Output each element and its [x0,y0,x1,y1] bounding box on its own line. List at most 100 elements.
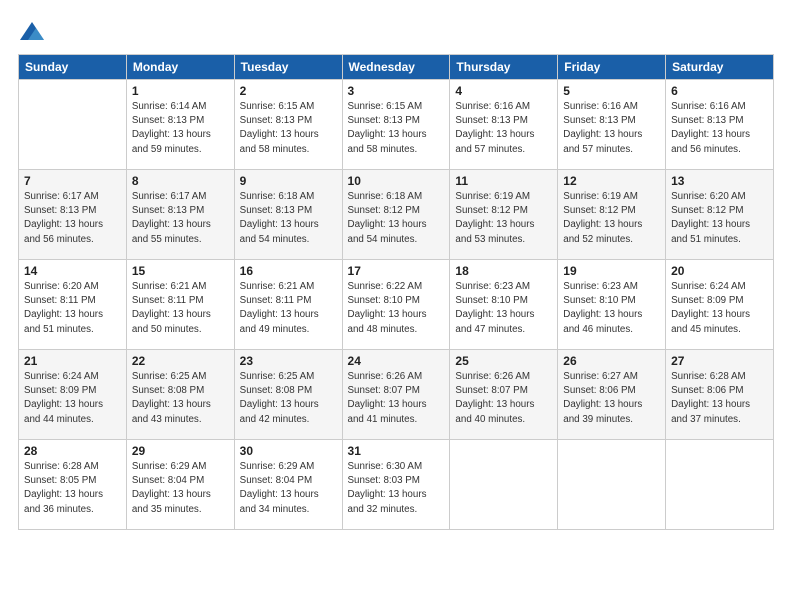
day-info: Sunrise: 6:29 AMSunset: 8:04 PMDaylight:… [132,460,229,517]
calendar-header-friday: Friday [558,55,666,80]
calendar-cell: 17Sunrise: 6:22 AMSunset: 8:10 PMDayligh… [342,260,450,350]
day-number: 27 [671,354,768,368]
calendar-cell: 3 Sunrise: 6:15 AMSunset: 8:13 PMDaylight… [342,80,450,170]
calendar-cell: 15 Sunrise: 6:21 AMSunset: 8:11 PMDayligh… [126,260,234,350]
calendar-week-row: 21 Sunrise: 6:24 AMSunset: 8:09 PMDayligh… [19,350,774,440]
day-number: 24 [348,354,445,368]
day-number: 21 [24,354,121,368]
calendar-cell: 8 Sunrise: 6:17 AMSunset: 8:13 PMDaylight… [126,170,234,260]
day-number: 10 [348,174,445,188]
day-info: Sunrise: 6:23 AMSunset: 8:10 PMDaylight:… [455,280,552,337]
calendar-header-wednesday: Wednesday [342,55,450,80]
day-info: Sunrise: 6:20 AMSunset: 8:12 PMDaylight:… [671,190,768,247]
calendar-header-row: SundayMondayTuesdayWednesdayThursdayFrid… [19,55,774,80]
day-number: 19 [563,264,660,278]
calendar-cell: 1Sunrise: 6:14 AMSunset: 8:13 PMDaylight… [126,80,234,170]
day-number: 31 [348,444,445,458]
day-info: Sunrise: 6:27 AMSunset: 8:06 PMDaylight:… [563,370,660,427]
logo [18,18,50,46]
calendar-cell: 13 Sunrise: 6:20 AMSunset: 8:12 PMDayligh… [666,170,774,260]
day-info: Sunrise: 6:16 AMSunset: 8:13 PMDaylight:… [671,100,768,157]
day-info: Sunrise: 6:23 AMSunset: 8:10 PMDaylight:… [563,280,660,337]
calendar-table: SundayMondayTuesdayWednesdayThursdayFrid… [18,54,774,530]
calendar-cell: 22Sunrise: 6:25 AMSunset: 8:08 PMDayligh… [126,350,234,440]
day-number: 15 [132,264,229,278]
day-info: Sunrise: 6:20 AMSunset: 8:11 PMDaylight:… [24,280,121,337]
calendar-cell: 31 Sunrise: 6:30 AMSunset: 8:03 PMDayligh… [342,440,450,530]
calendar-cell [558,440,666,530]
day-info: Sunrise: 6:21 AMSunset: 8:11 PMDaylight:… [240,280,337,337]
day-info: Sunrise: 6:29 AMSunset: 8:04 PMDaylight:… [240,460,337,517]
calendar-week-row: 14 Sunrise: 6:20 AMSunset: 8:11 PMDayligh… [19,260,774,350]
calendar-cell: 18 Sunrise: 6:23 AMSunset: 8:10 PMDayligh… [450,260,558,350]
calendar-header-tuesday: Tuesday [234,55,342,80]
calendar-cell: 26Sunrise: 6:27 AMSunset: 8:06 PMDayligh… [558,350,666,440]
day-number: 23 [240,354,337,368]
calendar-header-thursday: Thursday [450,55,558,80]
calendar-cell: 19 Sunrise: 6:23 AMSunset: 8:10 PMDayligh… [558,260,666,350]
day-info: Sunrise: 6:16 AMSunset: 8:13 PMDaylight:… [563,100,660,157]
calendar-cell [450,440,558,530]
calendar-cell: 20 Sunrise: 6:24 AMSunset: 8:09 PMDayligh… [666,260,774,350]
calendar-header-saturday: Saturday [666,55,774,80]
day-number: 18 [455,264,552,278]
calendar-cell: 27 Sunrise: 6:28 AMSunset: 8:06 PMDayligh… [666,350,774,440]
day-info: Sunrise: 6:14 AMSunset: 8:13 PMDaylight:… [132,100,229,157]
calendar-header-sunday: Sunday [19,55,127,80]
day-info: Sunrise: 6:17 AMSunset: 8:13 PMDaylight:… [24,190,121,247]
calendar-cell: 28Sunrise: 6:28 AMSunset: 8:05 PMDayligh… [19,440,127,530]
day-number: 8 [132,174,229,188]
calendar-cell: 5 Sunrise: 6:16 AMSunset: 8:13 PMDaylight… [558,80,666,170]
day-info: Sunrise: 6:24 AMSunset: 8:09 PMDaylight:… [671,280,768,337]
calendar-cell: 25Sunrise: 6:26 AMSunset: 8:07 PMDayligh… [450,350,558,440]
day-info: Sunrise: 6:25 AMSunset: 8:08 PMDaylight:… [132,370,229,427]
logo-icon [18,18,46,46]
day-info: Sunrise: 6:28 AMSunset: 8:05 PMDaylight:… [24,460,121,517]
day-number: 11 [455,174,552,188]
day-info: Sunrise: 6:15 AMSunset: 8:13 PMDaylight:… [240,100,337,157]
day-info: Sunrise: 6:15 AMSunset: 8:13 PMDaylight:… [348,100,445,157]
calendar-cell: 7 Sunrise: 6:17 AMSunset: 8:13 PMDaylight… [19,170,127,260]
calendar-cell: 21 Sunrise: 6:24 AMSunset: 8:09 PMDayligh… [19,350,127,440]
day-info: Sunrise: 6:16 AMSunset: 8:13 PMDaylight:… [455,100,552,157]
day-number: 3 [348,84,445,98]
calendar-cell: 29Sunrise: 6:29 AMSunset: 8:04 PMDayligh… [126,440,234,530]
calendar-cell: 14 Sunrise: 6:20 AMSunset: 8:11 PMDayligh… [19,260,127,350]
calendar-cell: 24Sunrise: 6:26 AMSunset: 8:07 PMDayligh… [342,350,450,440]
day-number: 5 [563,84,660,98]
calendar-cell [19,80,127,170]
calendar-cell: 4Sunrise: 6:16 AMSunset: 8:13 PMDaylight… [450,80,558,170]
calendar-cell: 11 Sunrise: 6:19 AMSunset: 8:12 PMDayligh… [450,170,558,260]
day-info: Sunrise: 6:28 AMSunset: 8:06 PMDaylight:… [671,370,768,427]
day-info: Sunrise: 6:30 AMSunset: 8:03 PMDaylight:… [348,460,445,517]
day-info: Sunrise: 6:22 AMSunset: 8:10 PMDaylight:… [348,280,445,337]
header [18,18,774,46]
day-number: 13 [671,174,768,188]
day-number: 14 [24,264,121,278]
day-info: Sunrise: 6:18 AMSunset: 8:12 PMDaylight:… [348,190,445,247]
day-number: 2 [240,84,337,98]
day-info: Sunrise: 6:24 AMSunset: 8:09 PMDaylight:… [24,370,121,427]
day-number: 12 [563,174,660,188]
day-number: 30 [240,444,337,458]
day-number: 9 [240,174,337,188]
calendar-header-monday: Monday [126,55,234,80]
day-info: Sunrise: 6:19 AMSunset: 8:12 PMDaylight:… [455,190,552,247]
calendar-week-row: 7 Sunrise: 6:17 AMSunset: 8:13 PMDaylight… [19,170,774,260]
day-number: 6 [671,84,768,98]
calendar-cell: 16 Sunrise: 6:21 AMSunset: 8:11 PMDayligh… [234,260,342,350]
day-info: Sunrise: 6:21 AMSunset: 8:11 PMDaylight:… [132,280,229,337]
calendar-cell: 2 Sunrise: 6:15 AMSunset: 8:13 PMDaylight… [234,80,342,170]
page: SundayMondayTuesdayWednesdayThursdayFrid… [0,0,792,612]
day-number: 7 [24,174,121,188]
calendar-week-row: 28Sunrise: 6:28 AMSunset: 8:05 PMDayligh… [19,440,774,530]
day-number: 20 [671,264,768,278]
calendar-cell [666,440,774,530]
calendar-cell: 23Sunrise: 6:25 AMSunset: 8:08 PMDayligh… [234,350,342,440]
day-number: 16 [240,264,337,278]
day-info: Sunrise: 6:19 AMSunset: 8:12 PMDaylight:… [563,190,660,247]
calendar-cell: 12 Sunrise: 6:19 AMSunset: 8:12 PMDayligh… [558,170,666,260]
day-info: Sunrise: 6:26 AMSunset: 8:07 PMDaylight:… [455,370,552,427]
calendar-cell: 30 Sunrise: 6:29 AMSunset: 8:04 PMDayligh… [234,440,342,530]
day-info: Sunrise: 6:17 AMSunset: 8:13 PMDaylight:… [132,190,229,247]
